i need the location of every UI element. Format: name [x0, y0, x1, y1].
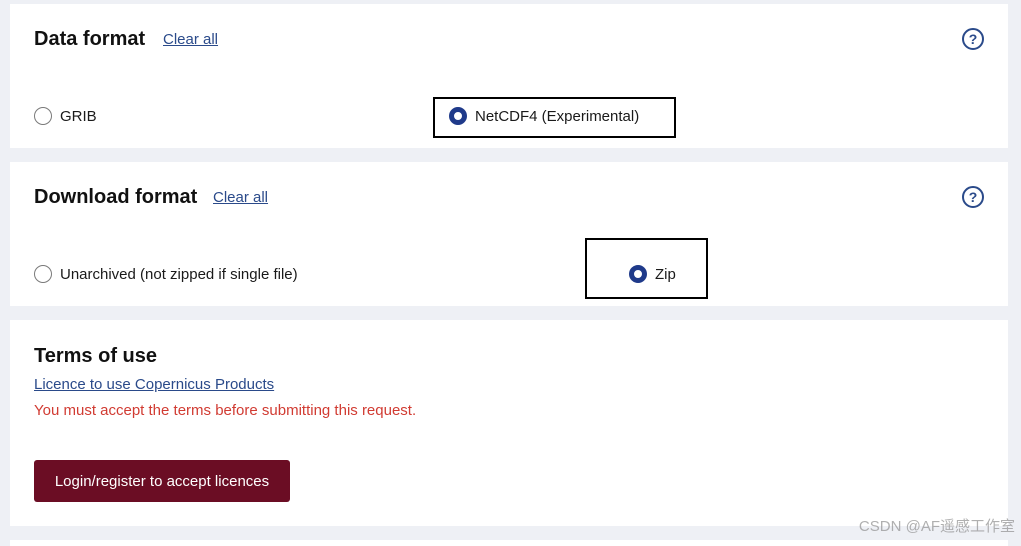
- data-format-clear-all-link[interactable]: Clear all: [163, 31, 218, 48]
- zip-radio[interactable]: [629, 265, 647, 283]
- download-format-panel: Download format Clear all ? Unarchived (…: [10, 162, 1008, 306]
- option-unarchived-label: Unarchived (not zipped if single file): [60, 266, 298, 283]
- licence-link[interactable]: Licence to use Copernicus Products: [34, 376, 274, 393]
- watermark-text: CSDN @AF遥感工作室: [859, 515, 1015, 536]
- download-format-clear-all-link[interactable]: Clear all: [213, 189, 268, 206]
- data-format-title: Data format: [34, 28, 145, 51]
- option-netcdf4[interactable]: NetCDF4 (Experimental): [449, 107, 639, 125]
- option-grib-label: GRIB: [60, 108, 97, 125]
- option-unarchived[interactable]: Unarchived (not zipped if single file): [34, 265, 298, 283]
- terms-title: Terms of use: [34, 345, 157, 368]
- terms-of-use-panel: Terms of use Licence to use Copernicus P…: [10, 320, 1008, 526]
- data-format-help-icon[interactable]: ?: [962, 28, 984, 50]
- login-register-button[interactable]: Login/register to accept licences: [34, 460, 290, 502]
- option-zip-label: Zip: [655, 266, 676, 283]
- unarchived-radio[interactable]: [34, 265, 52, 283]
- download-format-title: Download format: [34, 186, 197, 209]
- grib-radio[interactable]: [34, 107, 52, 125]
- netcdf4-radio[interactable]: [449, 107, 467, 125]
- download-format-help-icon[interactable]: ?: [962, 186, 984, 208]
- data-format-panel: Data format Clear all ? GRIB NetCDF4 (Ex…: [10, 4, 1008, 148]
- terms-error-message: You must accept the terms before submitt…: [34, 402, 416, 419]
- option-grib[interactable]: GRIB: [34, 107, 97, 125]
- option-zip[interactable]: Zip: [629, 265, 676, 283]
- option-netcdf4-label: NetCDF4 (Experimental): [475, 108, 639, 125]
- next-panel: [10, 540, 1008, 546]
